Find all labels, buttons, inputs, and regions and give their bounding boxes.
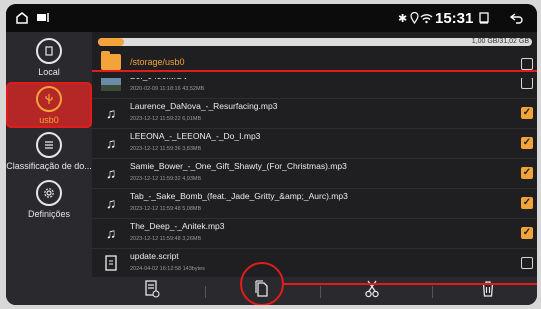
file-checkbox[interactable]: ✓ xyxy=(521,107,533,119)
sidebar: Local usb0 Classificação de do... Defini… xyxy=(6,32,92,305)
file-checkbox[interactable]: ✓ xyxy=(521,167,533,179)
file-row[interactable]: ♫ LEEONA_-_LEEONA_-_Do_I.mp3 2023-12-12 11… xyxy=(92,128,537,159)
music-note-icon: ♫ xyxy=(105,165,117,181)
screen: ✱ 15:31 Local usb0 Classificação de do..… xyxy=(6,4,537,305)
music-note-icon: ♫ xyxy=(105,105,117,121)
file-browser: 1,00 GB/31,02 GB /storage/usb0 DJI_0496.… xyxy=(92,32,537,277)
file-meta: 2020-02-09 11:18:16 43,52MB xyxy=(130,86,205,92)
file-checkbox[interactable]: ✓ xyxy=(521,197,533,209)
sidebar-item-local[interactable]: Local xyxy=(6,34,92,80)
wifi-icon xyxy=(420,4,433,32)
sidebar-item-label: usb0 xyxy=(39,114,59,125)
file-name: update.script xyxy=(130,251,179,261)
file-meta: 2023-12-12 11:59:48 3,26MB xyxy=(130,236,202,242)
folder-icon xyxy=(101,51,121,70)
file-checkbox[interactable]: ✓ xyxy=(521,227,533,239)
file-row[interactable]: ♫ Tab_-_Sake_Bomb_(feat._Jade_Gritty_&amp… xyxy=(92,188,537,219)
info-button[interactable] xyxy=(107,277,197,305)
status-bar: ✱ 15:31 xyxy=(6,4,537,32)
select-all-checkbox[interactable] xyxy=(521,58,533,70)
file-row[interactable]: update.script 2024-04-02 16:12:58 143byte… xyxy=(92,248,537,277)
notification-icon xyxy=(36,4,52,32)
storage-usage-text: 1,00 GB/31,02 GB xyxy=(471,38,529,45)
file-meta: 2023-12-12 11:59:32 4,93MB xyxy=(130,176,202,182)
toolbar-divider xyxy=(205,286,206,298)
settings-icon xyxy=(36,179,62,206)
music-note-icon: ♫ xyxy=(105,225,117,241)
location-icon xyxy=(410,4,419,32)
sidebar-item-label: Classificação de do... xyxy=(6,160,92,171)
file-row[interactable]: ♫ The_Deep_-_Anitek.mp3 2023-12-12 11:59:4… xyxy=(92,218,537,249)
current-path: /storage/usb0 xyxy=(130,57,185,67)
sidebar-item-label: Local xyxy=(38,66,60,77)
file-name: The_Deep_-_Anitek.mp3 xyxy=(130,221,225,231)
file-checkbox[interactable] xyxy=(521,257,533,269)
delete-button[interactable] xyxy=(443,277,533,305)
action-toolbar xyxy=(92,277,537,305)
sidebar-item-classification[interactable]: Classificação de do... xyxy=(6,128,92,174)
script-file-icon xyxy=(101,255,121,271)
storage-usage-fill xyxy=(98,38,124,46)
file-row[interactable]: DJI_0496.MOV 2020-02-09 11:18:16 43,52MB xyxy=(92,78,537,99)
recent-apps-icon[interactable] xyxy=(478,4,490,32)
copy-button-highlight xyxy=(240,262,284,305)
selection-highlight-line xyxy=(92,70,537,72)
sidebar-item-label: Definições xyxy=(27,208,71,219)
bluetooth-icon: ✱ xyxy=(398,12,408,25)
file-checkbox[interactable] xyxy=(521,78,533,89)
toolbar-divider xyxy=(320,286,321,298)
file-meta: 2023-12-12 11:59:48 5,08MB xyxy=(130,206,202,212)
file-checkbox[interactable]: ✓ xyxy=(521,137,533,149)
file-name: DJI_0496.MOV xyxy=(130,78,188,81)
cut-button[interactable] xyxy=(327,277,417,305)
sidebar-item-usb0[interactable]: usb0 xyxy=(6,82,92,128)
list-icon xyxy=(36,131,62,158)
file-name: Samie_Bower_-_One_Gift_Shawty_(For_Chris… xyxy=(130,161,347,171)
toolbar-divider xyxy=(432,286,433,298)
sidebar-item-settings[interactable]: Definições xyxy=(6,176,92,222)
file-meta: 2024-04-02 16:12:58 143bytes xyxy=(130,266,205,272)
file-name: Laurence_DaNova_-_Resurfacing.mp3 xyxy=(130,101,278,111)
copy-highlight-line xyxy=(284,283,537,285)
usb-icon xyxy=(36,85,62,112)
path-row[interactable]: /storage/usb0 xyxy=(92,50,537,78)
file-row[interactable]: ♫ Samie_Bower_-_One_Gift_Shawty_(For_Chri… xyxy=(92,158,537,189)
music-note-icon: ♫ xyxy=(105,195,117,211)
file-row[interactable]: ♫ Laurence_DaNova_-_Resurfacing.mp3 2023-1… xyxy=(92,98,537,129)
file-name: Tab_-_Sake_Bomb_(feat._Jade_Gritty_&amp;… xyxy=(130,191,348,201)
clock: 15:31 xyxy=(435,9,474,27)
file-meta: 2023-12-12 11:59:36 3,83MB xyxy=(130,146,202,152)
music-note-icon: ♫ xyxy=(105,135,117,151)
video-file-icon xyxy=(101,78,121,91)
info-icon xyxy=(144,279,160,303)
file-meta: 2023-12-12 11:59:22 6,01MB xyxy=(130,116,202,122)
file-list[interactable]: DJI_0496.MOV 2020-02-09 11:18:16 43,52MB ♫… xyxy=(92,78,537,277)
home-icon[interactable] xyxy=(15,4,29,32)
file-name: LEEONA_-_LEEONA_-_Do_I.mp3 xyxy=(130,131,261,141)
storage-usage-bar: 1,00 GB/31,02 GB xyxy=(98,38,532,46)
local-storage-icon xyxy=(36,37,62,64)
back-icon[interactable] xyxy=(510,4,524,32)
